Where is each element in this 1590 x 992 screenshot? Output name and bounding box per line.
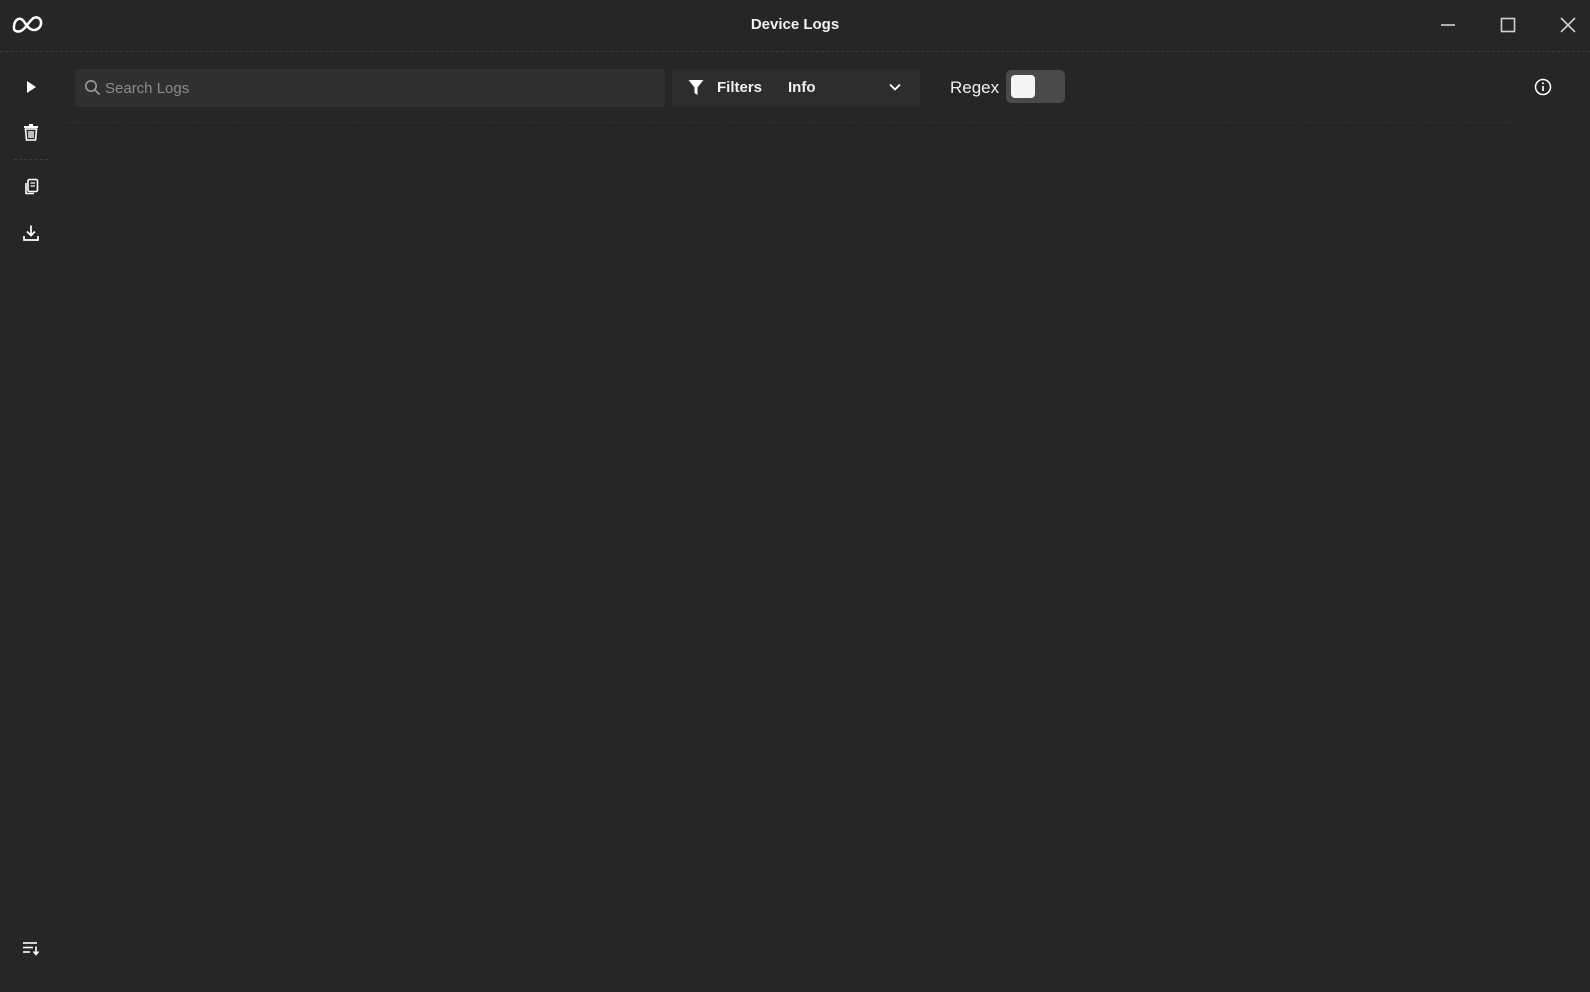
close-button[interactable] — [1546, 8, 1590, 42]
maximize-icon — [1500, 17, 1516, 33]
filters-group: Filters Info — [672, 69, 920, 107]
chevron-down-icon — [889, 83, 901, 91]
sidebar — [0, 53, 62, 992]
minimize-button[interactable] — [1426, 8, 1470, 42]
title-bar: Device Logs — [0, 0, 1590, 52]
log-level-value: Info — [788, 79, 816, 96]
filters-button[interactable]: Filters — [672, 69, 772, 107]
toolbar-divider — [62, 122, 1517, 123]
search-box[interactable] — [75, 69, 665, 107]
filters-label: Filters — [717, 79, 763, 96]
clear-logs-button[interactable] — [14, 115, 48, 149]
sidebar-divider — [14, 159, 48, 160]
log-output-area[interactable] — [62, 125, 1572, 925]
log-level-select[interactable]: Info — [774, 69, 920, 107]
filter-icon — [688, 80, 704, 95]
copy-icon — [25, 178, 39, 195]
regex-toggle[interactable] — [1006, 70, 1065, 103]
auto-scroll-button[interactable] — [14, 931, 48, 965]
search-input[interactable] — [105, 69, 655, 107]
download-logs-button[interactable] — [14, 216, 48, 250]
info-button[interactable] — [1530, 74, 1556, 100]
scroll-to-bottom-icon — [23, 942, 40, 956]
trash-icon — [24, 124, 38, 141]
minimize-icon — [1441, 24, 1455, 26]
regex-label: Regex — [950, 78, 1000, 97]
search-icon — [85, 80, 101, 96]
start-logging-button[interactable] — [14, 70, 48, 104]
maximize-button[interactable] — [1486, 8, 1530, 42]
info-icon — [1534, 78, 1552, 96]
copy-logs-button[interactable] — [14, 170, 48, 204]
regex-toggle-knob — [1011, 75, 1035, 98]
device-logs-window: Device Logs Search Logs Filters Info Reg… — [0, 0, 1590, 992]
window-title: Device Logs — [750, 16, 840, 33]
download-icon — [23, 225, 39, 241]
play-icon — [27, 81, 36, 93]
close-icon — [1560, 17, 1576, 33]
